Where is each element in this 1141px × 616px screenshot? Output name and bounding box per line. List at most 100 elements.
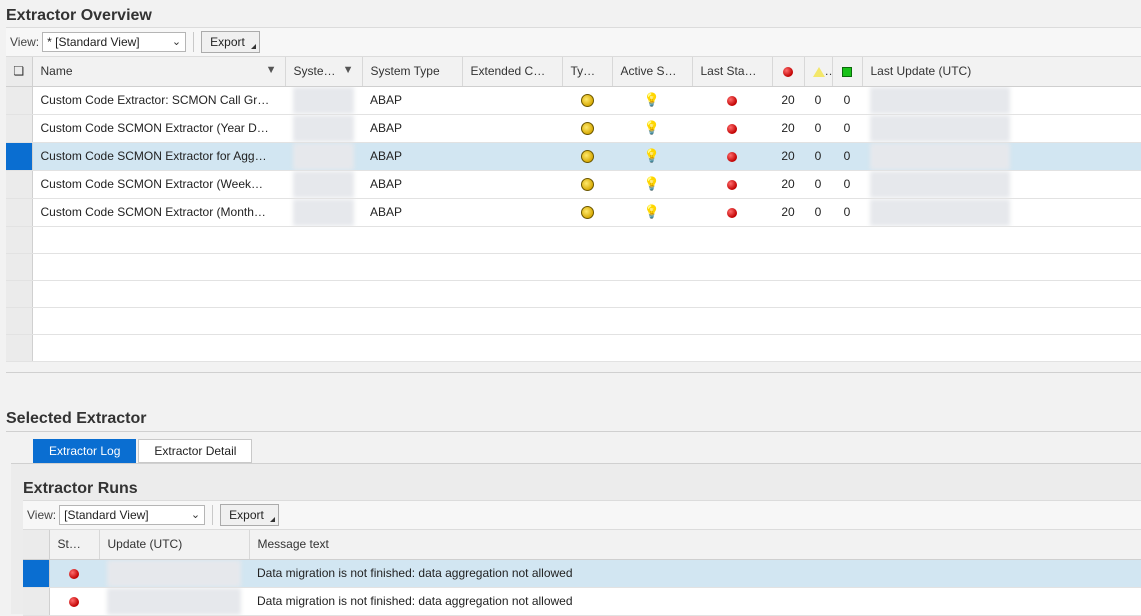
warnings-cell: 0 bbox=[804, 142, 832, 171]
table-row[interactable]: Data migration is not finished: data agg… bbox=[23, 559, 1141, 588]
redacted-value bbox=[293, 170, 354, 197]
active-cell: 💡 bbox=[612, 86, 692, 115]
table-row[interactable]: Custom Code SCMON Extractor for Agg… ABAP… bbox=[6, 142, 1141, 171]
row-selector[interactable] bbox=[23, 587, 50, 616]
error-icon bbox=[727, 95, 737, 106]
errors-cell: 20 bbox=[772, 142, 804, 171]
row-selector[interactable] bbox=[6, 86, 33, 115]
chevron-down-icon: ⌄ bbox=[171, 36, 182, 48]
active-cell: 💡 bbox=[612, 198, 692, 227]
row-selector bbox=[6, 334, 33, 362]
row-selector bbox=[6, 307, 33, 335]
system-type-cell: ABAP bbox=[362, 142, 462, 171]
col-last-update[interactable]: Last Update (UTC) bbox=[862, 57, 1141, 87]
ok-cell: 0 bbox=[832, 198, 862, 227]
active-cell: 💡 bbox=[612, 142, 692, 171]
runs-toolbar: View: [Standard View] ⌄ Export bbox=[23, 500, 1141, 530]
redacted-value bbox=[293, 198, 354, 225]
export-label: Export bbox=[210, 35, 245, 49]
last-status-cell bbox=[692, 170, 772, 199]
table-row[interactable]: Custom Code SCMON Extractor (Year D… ABAP… bbox=[6, 114, 1141, 143]
type-cell bbox=[562, 142, 612, 171]
toolbar-separator bbox=[193, 32, 195, 52]
table-row[interactable]: Custom Code SCMON Extractor (Month… ABAP 💡… bbox=[6, 198, 1141, 227]
extended-cell bbox=[462, 114, 562, 143]
runs-export-label: Export bbox=[229, 508, 264, 522]
warning-icon bbox=[812, 67, 825, 78]
empty-cell bbox=[32, 253, 1141, 281]
table-row[interactable]: Custom Code Extractor: SCMON Call Gr… ABA… bbox=[6, 86, 1141, 115]
col-errors[interactable] bbox=[772, 57, 805, 87]
col-system-type[interactable]: System Type bbox=[362, 57, 463, 87]
runs-view-select-value: [Standard View] bbox=[64, 508, 149, 522]
warnings-cell: 0 bbox=[804, 198, 832, 227]
overview-toolbar: View: * [Standard View] ⌄ Export bbox=[6, 27, 1141, 57]
filter-icon: ▼ bbox=[265, 64, 277, 77]
empty-cell bbox=[32, 307, 1141, 335]
runs-export-button[interactable]: Export bbox=[220, 504, 279, 526]
runs-view-select[interactable]: [Standard View] ⌄ bbox=[59, 505, 206, 525]
update-cell bbox=[99, 559, 249, 588]
row-selector[interactable] bbox=[6, 198, 33, 227]
empty-row bbox=[6, 307, 1141, 335]
col-ok[interactable] bbox=[832, 57, 863, 87]
system-cell bbox=[285, 170, 362, 199]
type-icon bbox=[580, 178, 594, 192]
name-cell: Custom Code SCMON Extractor (Year D… bbox=[32, 114, 285, 143]
redacted-value bbox=[870, 170, 1010, 197]
system-cell bbox=[285, 114, 362, 143]
name-cell: Custom Code SCMON Extractor (Week… bbox=[32, 170, 285, 199]
last-update-cell bbox=[862, 142, 1141, 171]
col-active[interactable]: Active S… bbox=[612, 57, 693, 87]
row-selector[interactable] bbox=[6, 114, 33, 143]
row-selector[interactable] bbox=[6, 170, 33, 199]
select-all-icon[interactable]: ❏ bbox=[6, 57, 33, 87]
type-cell bbox=[562, 86, 612, 115]
redacted-value bbox=[293, 114, 354, 141]
type-icon bbox=[580, 206, 594, 220]
view-select[interactable]: * [Standard View] ⌄ bbox=[42, 32, 187, 52]
col-warnings[interactable] bbox=[804, 57, 833, 87]
runs-select-col[interactable] bbox=[23, 530, 50, 560]
col-system[interactable]: Syste… ▼ bbox=[285, 57, 363, 87]
col-name[interactable]: Name ▼ bbox=[32, 57, 286, 87]
update-cell bbox=[99, 587, 249, 616]
runs-table: St… Update (UTC) Message text Data migra… bbox=[23, 530, 1141, 616]
row-selector[interactable] bbox=[23, 559, 50, 588]
col-update[interactable]: Update (UTC) bbox=[99, 530, 250, 560]
runs-table-header: St… Update (UTC) Message text bbox=[23, 530, 1141, 560]
ok-cell: 0 bbox=[832, 86, 862, 115]
empty-row bbox=[6, 226, 1141, 254]
filter-icon: ▼ bbox=[342, 64, 354, 77]
col-status[interactable]: St… bbox=[49, 530, 100, 560]
last-status-cell bbox=[692, 114, 772, 143]
redacted-value bbox=[870, 114, 1010, 141]
view-label: View: bbox=[10, 35, 40, 49]
table-row[interactable]: Custom Code SCMON Extractor (Week… ABAP 💡 2… bbox=[6, 170, 1141, 199]
row-selector[interactable] bbox=[6, 142, 33, 171]
system-type-cell: ABAP bbox=[362, 198, 462, 227]
ok-cell: 0 bbox=[832, 170, 862, 199]
col-type[interactable]: Ty… bbox=[562, 57, 613, 87]
warnings-cell: 0 bbox=[804, 170, 832, 199]
table-row[interactable]: Data migration is not finished: data agg… bbox=[23, 587, 1141, 616]
col-extended[interactable]: Extended C… bbox=[462, 57, 563, 87]
error-icon bbox=[727, 179, 737, 190]
type-cell bbox=[562, 170, 612, 199]
empty-cell bbox=[32, 280, 1141, 308]
tab-extractor-log[interactable]: Extractor Log bbox=[33, 439, 137, 463]
col-message[interactable]: Message text bbox=[249, 530, 1141, 560]
export-button[interactable]: Export bbox=[201, 31, 260, 53]
redacted-value bbox=[293, 86, 354, 113]
extended-cell bbox=[462, 198, 562, 227]
errors-cell: 20 bbox=[772, 86, 804, 115]
redacted-value bbox=[293, 142, 354, 169]
extended-cell bbox=[462, 170, 562, 199]
redacted-value bbox=[870, 142, 1010, 169]
error-icon bbox=[69, 596, 80, 607]
type-icon bbox=[580, 94, 594, 108]
col-last-status[interactable]: Last Sta… bbox=[692, 57, 773, 87]
lightbulb-icon: 💡 bbox=[643, 92, 661, 107]
extended-cell bbox=[462, 86, 562, 115]
tab-extractor-detail[interactable]: Extractor Detail bbox=[138, 439, 253, 463]
